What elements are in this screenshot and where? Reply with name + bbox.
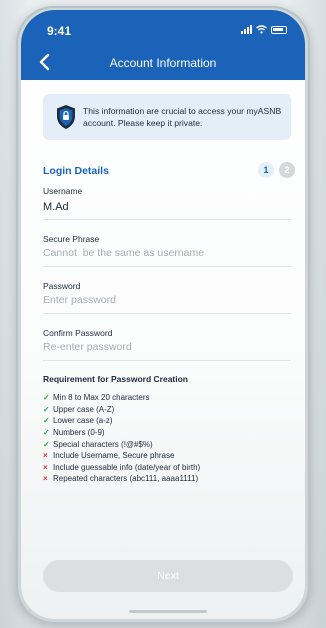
requirement-text: Repeated characters (abc111, aaaa1111) [53,474,199,484]
requirement-text: Lower case (a-z) [53,416,113,426]
step-indicator-2: 2 [279,162,295,178]
requirements-title: Requirement for Password Creation [43,374,189,384]
requirement-text: Upper case (A-Z) [53,404,115,414]
requirement-item: ✓ Upper case (A-Z) [43,404,293,416]
requirement-item: × Include guessable info (date/year of b… [43,462,293,474]
requirement-text: Include guessable info (date/year of bir… [53,462,201,472]
cross-icon: × [43,462,48,472]
password-input[interactable] [43,294,291,306]
step-indicator-1: 1 [258,162,274,178]
confirm-password-label: Confirm Password [43,328,113,338]
password-underline [43,313,291,314]
username-value[interactable]: M.Ad [43,201,69,213]
requirement-item: × Include Username, Secure phrase [43,450,293,462]
requirement-text: Special characters (!@#$%) [53,439,153,449]
requirement-item: ✓ Special characters (!@#$%) [43,438,293,450]
password-label: Password [43,281,81,291]
shield-lock-icon [57,105,75,129]
section-title: Login Details [43,165,109,177]
username-underline [43,219,291,220]
app-screen: 9:41 Account Information This informatio… [21,10,305,619]
requirement-item: ✓ Lower case (a-z) [43,415,293,427]
secure-phrase-label: Secure Phrase [43,234,100,244]
cross-icon: × [43,474,48,484]
phone-frame: 9:41 Account Information This informatio… [16,6,310,624]
confirm-password-input[interactable] [43,341,291,353]
status-icons [241,25,287,34]
requirement-text: Include Username, Secure phrase [53,451,175,461]
home-indicator [129,610,207,613]
confirm-password-underline [43,360,291,361]
header-bar: 9:41 Account Information [21,10,305,80]
page-title: Account Information [109,56,217,70]
check-icon: ✓ [43,404,50,414]
check-icon: ✓ [43,439,50,449]
secure-phrase-input[interactable] [43,247,291,259]
requirement-text: Numbers (0-9) [53,428,105,438]
info-banner-text: This information are crucial to access y… [83,106,282,128]
secure-phrase-underline [43,266,291,267]
requirement-item: × Repeated characters (abc111, aaaa1111) [43,473,293,485]
requirements-list: ✓ Min 8 to Max 20 characters ✓ Upper cas… [43,392,293,485]
info-banner: This information are crucial to access y… [43,94,291,140]
check-icon: ✓ [43,393,50,403]
battery-icon [271,25,287,34]
requirement-item: ✓ Numbers (0-9) [43,427,293,439]
check-icon: ✓ [43,428,50,438]
check-icon: ✓ [43,416,50,426]
cross-icon: × [43,451,48,461]
wifi-icon [256,25,267,34]
next-button[interactable]: Next [43,560,293,592]
username-label: Username [43,186,83,196]
requirement-text: Min 8 to Max 20 characters [53,393,150,403]
status-time: 9:41 [47,24,72,38]
signal-icon [241,25,252,34]
requirement-item: ✓ Min 8 to Max 20 characters [43,392,293,404]
